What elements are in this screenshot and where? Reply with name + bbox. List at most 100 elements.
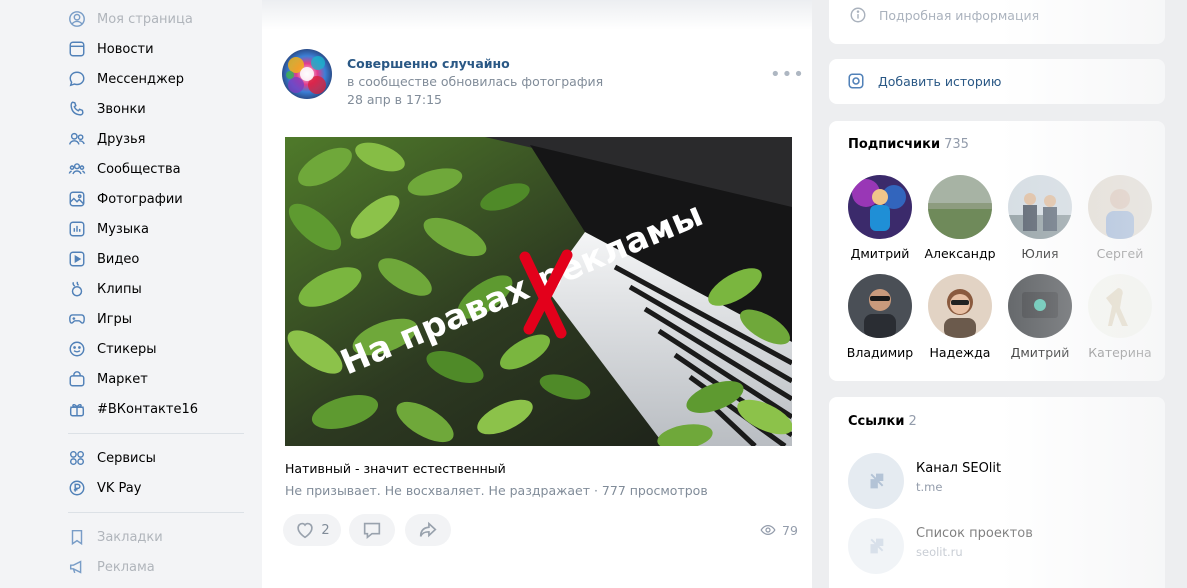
link-avatar xyxy=(848,518,904,574)
subscriber-item[interactable]: Дмитрий xyxy=(1000,274,1080,360)
community-avatar[interactable] xyxy=(282,49,332,99)
subscriber-name: Надежда xyxy=(929,345,991,360)
avatar xyxy=(1008,274,1072,338)
sidebar-item-market[interactable]: Маркет xyxy=(68,368,148,390)
sidebar-item-messenger[interactable]: Мессенджер xyxy=(68,68,184,90)
comment-button[interactable] xyxy=(349,514,395,546)
subscriber-name: Юлия xyxy=(1021,246,1059,261)
link-title: Канал SEOlit xyxy=(916,461,1002,476)
share-arrow-icon xyxy=(419,521,437,538)
sidebar-item-label: Клипы xyxy=(97,281,142,297)
subscriber-item[interactable]: Александр xyxy=(920,175,1000,261)
sidebar-item-label: Звонки xyxy=(97,101,146,117)
link-item[interactable]: Список проектов seolit.ru xyxy=(848,518,1033,574)
post-photo[interactable]: На правах рекламы xyxy=(285,137,792,446)
sidebar-item-label: Стикеры xyxy=(97,341,157,357)
eye-icon xyxy=(760,524,776,536)
more-options-icon[interactable]: ••• xyxy=(770,66,805,84)
links-card: Ссылки 2 Канал SEOlit t.me Список проекто… xyxy=(829,397,1165,588)
links-count: 2 xyxy=(908,414,917,429)
subscriber-name: Владимир xyxy=(846,345,914,360)
subscribers-header[interactable]: Подписчики 735 xyxy=(848,137,969,152)
views-count: 79 xyxy=(782,522,798,538)
smile-icon xyxy=(68,340,86,358)
sidebar-item-ads[interactable]: Реклама xyxy=(68,556,155,578)
link-url: seolit.ru xyxy=(916,545,963,559)
shopping-bag-icon xyxy=(68,370,86,388)
subscriber-item[interactable]: Юлия xyxy=(1000,175,1080,261)
vk-pay-icon xyxy=(68,479,86,497)
info-card: Подробная информация xyxy=(829,0,1165,44)
add-story-card: Добавить историю xyxy=(829,59,1165,104)
subscriber-name: Сергей xyxy=(1096,246,1144,261)
avatar xyxy=(1088,175,1152,239)
link-url: t.me xyxy=(916,480,943,494)
post-timestamp[interactable]: 28 апр в 17:15 xyxy=(347,92,442,107)
communities-icon xyxy=(68,160,86,178)
sidebar-item-label: Реклама xyxy=(97,559,155,575)
sidebar-item-video[interactable]: Видео xyxy=(68,248,139,270)
megaphone-icon xyxy=(68,558,86,576)
sidebar-divider xyxy=(68,512,244,513)
sidebar-item-friends[interactable]: Друзья xyxy=(68,128,146,150)
post-description: Не призывает. Не восхваляет. Не раздража… xyxy=(285,483,708,498)
sidebar-item-photos[interactable]: Фотографии xyxy=(68,188,183,210)
add-story-button[interactable]: Добавить историю xyxy=(847,72,1001,90)
subscriber-item[interactable]: Сергей xyxy=(1080,175,1160,261)
sidebar-item-clips[interactable]: Клипы xyxy=(68,278,142,300)
avatar xyxy=(848,274,912,338)
subscriber-item[interactable]: Владимир xyxy=(840,274,920,360)
heart-icon xyxy=(297,522,314,539)
sidebar-item-music[interactable]: Музыка xyxy=(68,218,149,240)
links-header[interactable]: Ссылки 2 xyxy=(848,414,917,429)
subscriber-item[interactable]: Катерина xyxy=(1080,274,1160,360)
video-icon xyxy=(68,250,86,268)
gift-icon xyxy=(68,400,86,418)
subscribers-count: 735 xyxy=(944,137,969,152)
like-button[interactable]: 2 xyxy=(283,514,341,546)
avatar xyxy=(848,175,912,239)
post-subtitle: в сообществе обновилась фотография xyxy=(347,74,604,89)
camera-icon xyxy=(848,73,864,89)
sidebar-item-label: Мессенджер xyxy=(97,71,184,87)
sidebar-item-label: Маркет xyxy=(97,371,148,387)
sidebar-item-vk-pay[interactable]: VK Pay xyxy=(68,477,141,499)
like-count: 2 xyxy=(321,522,330,538)
sidebar-item-bookmarks[interactable]: Закладки xyxy=(68,526,163,548)
subscriber-item[interactable]: Дмитрий xyxy=(840,175,920,261)
detailed-info-link[interactable]: Подробная информация xyxy=(849,6,1039,24)
subscriber-item[interactable]: Надежда xyxy=(920,274,1000,360)
sidebar-item-communities[interactable]: Сообщества xyxy=(68,158,181,180)
left-sidebar: Моя страница Новости Мессенджер Звонки Д… xyxy=(0,0,262,588)
subscribers-card: Подписчики 735 Дмитрий Александр Юлия Сер… xyxy=(829,121,1165,381)
sidebar-item-vkontakte16[interactable]: #ВКонтакте16 xyxy=(68,398,198,420)
sidebar-item-stickers[interactable]: Стикеры xyxy=(68,338,156,360)
post-text: Нативный - значит естественный xyxy=(285,461,506,476)
sidebar-item-my-page[interactable]: Моя страница xyxy=(68,8,193,30)
add-story-label: Добавить историю xyxy=(878,73,1002,89)
avatar xyxy=(1008,175,1072,239)
share-button[interactable] xyxy=(405,514,451,546)
post-author-link[interactable]: Совершенно случайно xyxy=(347,56,510,71)
sidebar-item-label: Закладки xyxy=(97,529,163,545)
sidebar-item-label: Игры xyxy=(97,311,133,327)
comment-icon xyxy=(363,522,381,540)
grid-icon xyxy=(68,449,86,467)
subscriber-name: Катерина xyxy=(1088,345,1152,360)
sidebar-item-services[interactable]: Сервисы xyxy=(68,447,156,469)
phone-icon xyxy=(68,100,86,118)
link-avatar xyxy=(848,453,904,509)
link-title: Список проектов xyxy=(916,526,1033,541)
clips-icon xyxy=(68,280,86,298)
friends-icon xyxy=(68,130,86,148)
subscriber-name: Дмитрий xyxy=(1010,345,1070,360)
sidebar-item-label: Друзья xyxy=(97,131,146,147)
news-feed: Совершенно случайно в сообществе обновил… xyxy=(262,0,812,588)
sidebar-item-label: Новости xyxy=(97,41,154,57)
music-icon xyxy=(68,220,86,238)
sidebar-item-news[interactable]: Новости xyxy=(68,38,154,60)
sidebar-item-calls[interactable]: Звонки xyxy=(68,98,146,120)
link-item[interactable]: Канал SEOlit t.me xyxy=(848,453,1001,509)
sidebar-item-games[interactable]: Игры xyxy=(68,308,132,330)
sidebar-item-label: VK Pay xyxy=(97,480,142,496)
